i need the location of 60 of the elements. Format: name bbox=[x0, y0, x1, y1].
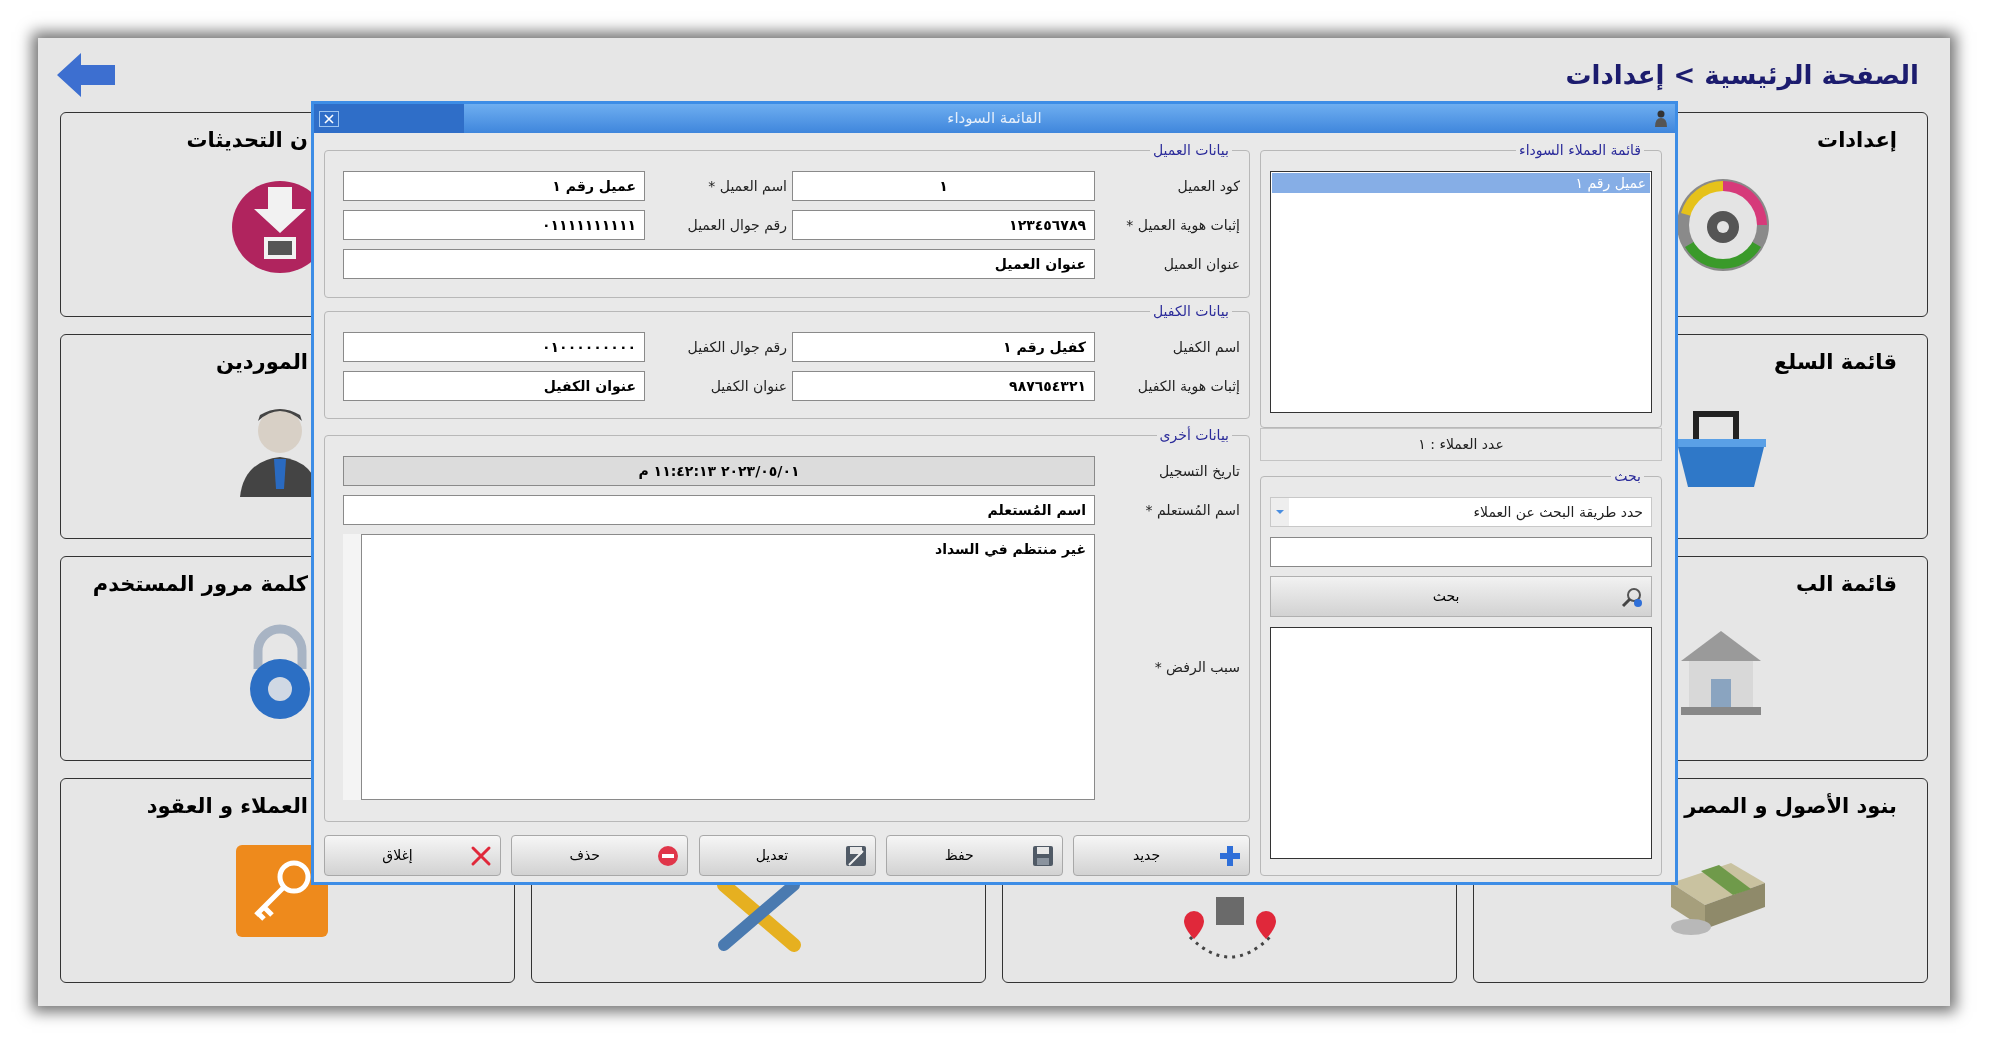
action-button[interactable]: جديد bbox=[1073, 835, 1250, 876]
floppy-pencil-icon bbox=[844, 844, 867, 867]
text-field[interactable]: ٠١١١١١١١١١١ bbox=[343, 210, 645, 240]
action-button[interactable]: تعديل bbox=[698, 835, 876, 876]
reason-textarea[interactable]: غير منتظم في السداد bbox=[361, 534, 1095, 800]
field-label: اسم الكفيل bbox=[1171, 337, 1240, 358]
x-mark-icon bbox=[470, 844, 492, 867]
field-label: إثبات هوية العميل * bbox=[1125, 215, 1240, 236]
text-field[interactable]: ٩٨٧٦٥٤٣٢١ bbox=[792, 371, 1095, 401]
tile-title: قائمة السلع bbox=[1773, 349, 1897, 377]
field-label: اسم العميل * bbox=[707, 176, 787, 197]
action-button[interactable]: حفظ bbox=[885, 835, 1063, 876]
field-label: عنوان الكفيل bbox=[709, 376, 787, 397]
tile-title: إعدادات bbox=[1817, 127, 1897, 155]
action-button[interactable]: حذف bbox=[511, 835, 689, 876]
back-arrow-button[interactable] bbox=[57, 53, 115, 97]
dropdown-value: حدد طريقة البحث عن العملاء bbox=[1473, 502, 1643, 523]
field-label: كود العميل bbox=[1176, 176, 1240, 197]
tile-title: كلمة مرور المستخدم bbox=[92, 571, 308, 599]
field-label: سبب الرفض * bbox=[1154, 657, 1240, 678]
tile-title: العملاء و العقود bbox=[146, 793, 308, 821]
text-field[interactable]: ٠١٠٠٠٠٠٠٠٠٠ bbox=[343, 332, 645, 362]
group-title: بيانات أخرى bbox=[1158, 426, 1230, 444]
tile-title: الموردين bbox=[216, 349, 308, 377]
field-label: رقم جوال الكفيل bbox=[686, 337, 787, 358]
date-field[interactable]: ٢٠٢٣/٠٥/٠١ ١١:٤٢:١٣ م bbox=[343, 456, 1095, 486]
close-button[interactable] bbox=[319, 110, 339, 127]
search-method-dropdown[interactable]: حدد طريقة البحث عن العملاء bbox=[1270, 497, 1652, 527]
plus-icon bbox=[1219, 844, 1241, 867]
text-field[interactable]: ١ bbox=[792, 171, 1095, 201]
search-input[interactable] bbox=[1270, 537, 1652, 567]
text-field[interactable]: عنوان الكفيل bbox=[343, 371, 645, 401]
field-label: اسم المُستعلم * bbox=[1144, 500, 1240, 521]
group-title: بحث bbox=[1613, 467, 1642, 485]
tile-title: قائمة الب bbox=[1796, 571, 1897, 599]
group-title: بيانات العميل bbox=[1152, 141, 1230, 159]
text-field[interactable]: ١٢٣٤٥٦٧٨٩ bbox=[792, 210, 1095, 240]
minus-circle-icon bbox=[657, 844, 680, 867]
key-icon bbox=[234, 843, 330, 939]
field-label: عنوان العميل bbox=[1162, 254, 1240, 275]
field-label: رقم جوال العميل bbox=[686, 215, 787, 236]
text-field[interactable]: عنوان العميل bbox=[343, 249, 1095, 279]
scrollbar[interactable] bbox=[343, 534, 361, 800]
breadcrumb: الصفحة الرئيسية > إعدادات bbox=[1565, 58, 1919, 93]
close-icon bbox=[324, 113, 334, 124]
dropdown-caret-icon bbox=[1271, 498, 1289, 526]
tile-title: بنود الأصول و المصر bbox=[1684, 792, 1897, 821]
group-title: بيانات الكفيل bbox=[1152, 302, 1230, 320]
action-button[interactable]: إغلاق bbox=[324, 835, 501, 876]
tile-title: ن التحديثات bbox=[186, 127, 308, 155]
person-icon bbox=[1655, 110, 1667, 127]
search-icon bbox=[1621, 585, 1643, 608]
field-label: إثبات هوية الكفيل bbox=[1136, 376, 1240, 397]
group-title: قائمة العملاء السوداء bbox=[1518, 141, 1642, 159]
window-title: القائمة السوداء bbox=[947, 108, 1042, 130]
field-label: تاريخ التسجيل bbox=[1157, 461, 1240, 482]
text-field[interactable]: عميل رقم ١ bbox=[343, 171, 645, 201]
text-field[interactable]: اسم المُستعلم bbox=[343, 495, 1095, 525]
search-button[interactable]: بحث bbox=[1270, 576, 1652, 617]
text-field[interactable]: كفيل رقم ١ bbox=[792, 332, 1095, 362]
